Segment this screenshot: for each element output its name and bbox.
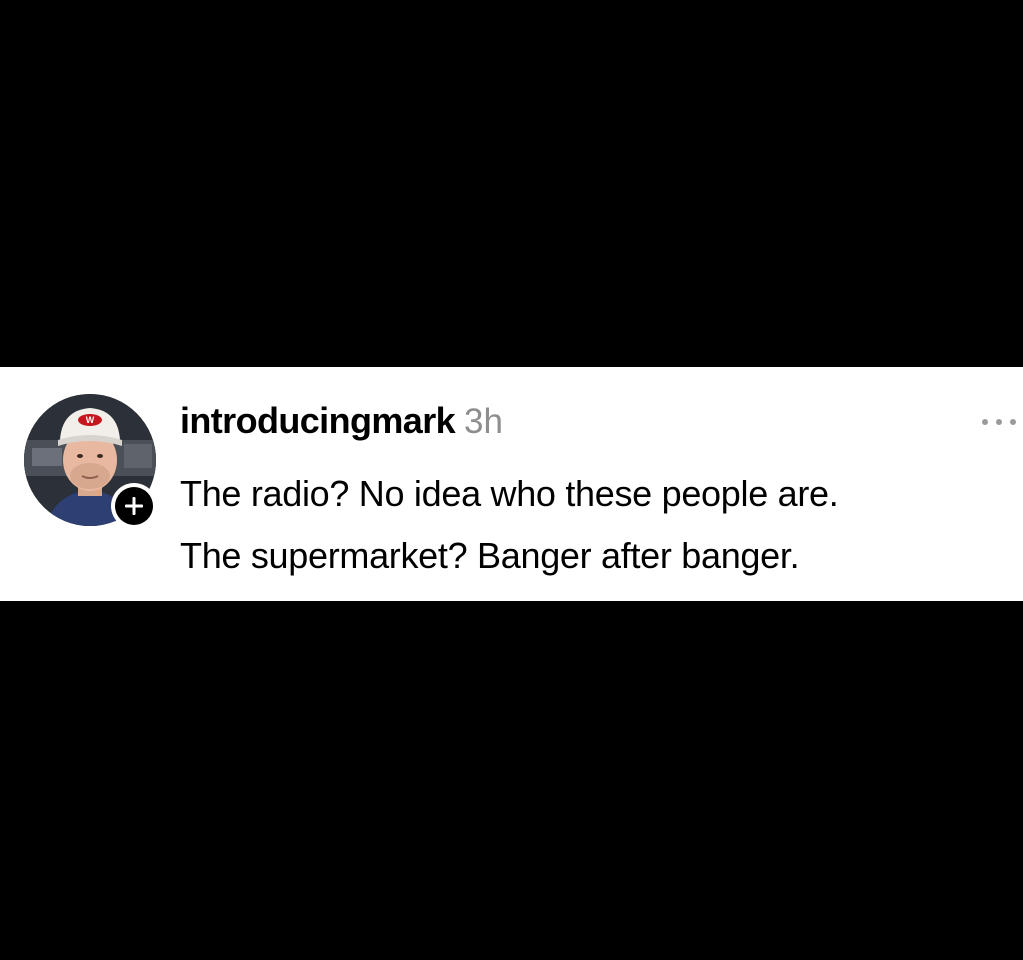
post-text-line: The radio? No idea who these people are.: [180, 473, 839, 514]
ellipsis-icon: [982, 419, 1016, 425]
post-timestamp: 3h: [464, 402, 503, 441]
post-text: The radio? No idea who these people are.…: [180, 463, 1020, 587]
follow-badge-circle: [115, 487, 153, 525]
post-header: introducingmark 3h: [180, 400, 503, 450]
post-card: W introducingmark 3h The radio? No idea w…: [0, 367, 1023, 601]
svg-text:W: W: [86, 415, 95, 425]
more-options-button[interactable]: [979, 415, 1023, 429]
username-link[interactable]: introducingmark: [180, 400, 456, 441]
plus-icon: [125, 497, 143, 515]
screen: W introducingmark 3h The radio? No idea w…: [0, 0, 1023, 960]
post-text-line: The supermarket? Banger after banger.: [180, 535, 800, 576]
follow-button[interactable]: [111, 483, 157, 529]
